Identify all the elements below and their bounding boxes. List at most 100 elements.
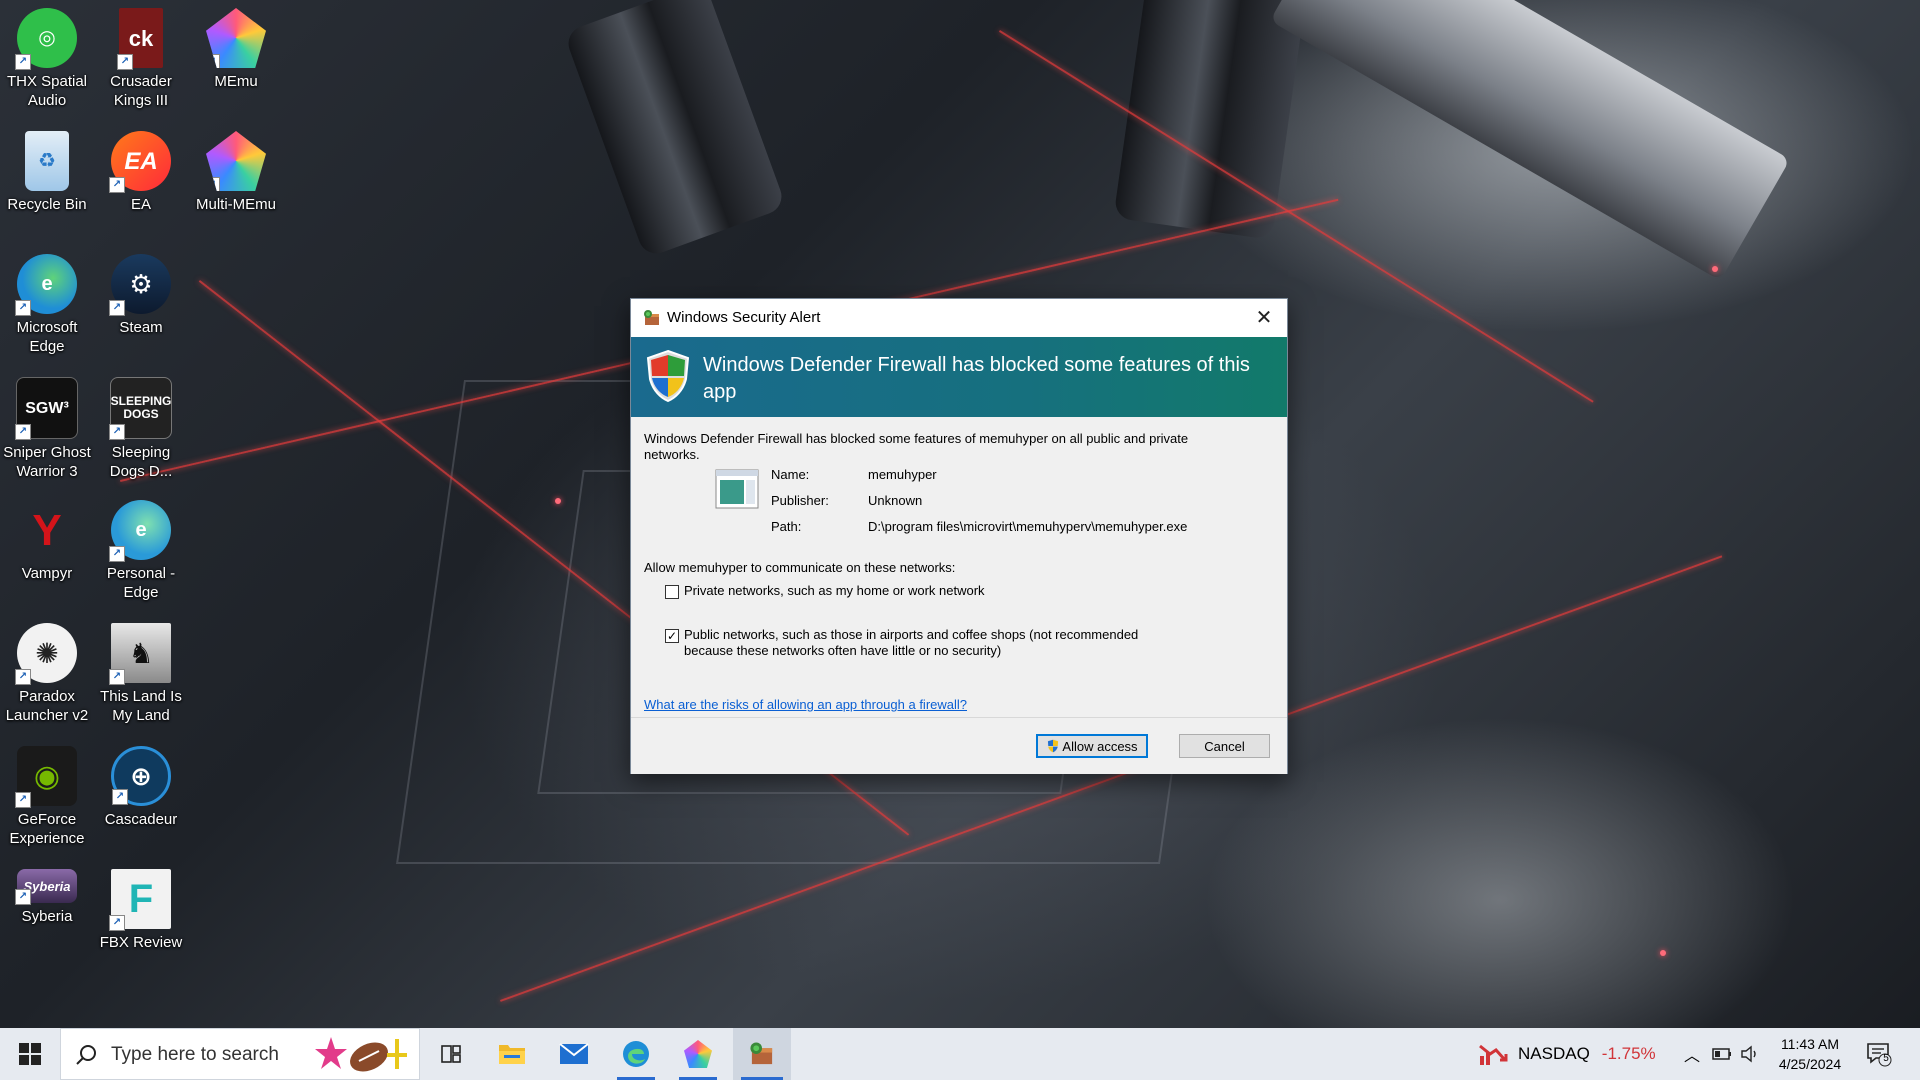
shortcut-arrow-icon: ↗ bbox=[117, 54, 133, 70]
desktop-icon-label: Vampyr bbox=[21, 565, 73, 582]
taskbar-memu[interactable] bbox=[671, 1028, 725, 1080]
cancel-button[interactable]: Cancel bbox=[1179, 734, 1270, 758]
desktop-icon-label: Crusader Kings III bbox=[110, 73, 172, 109]
search-icon bbox=[76, 1045, 96, 1065]
desktop-icon-crusader-kings-iii[interactable]: ck ↗ Crusader Kings III bbox=[95, 2, 187, 110]
search-highlight-football-icon bbox=[315, 1037, 407, 1072]
shortcut-arrow-icon: ↗ bbox=[109, 546, 125, 562]
shortcut-arrow-icon: ↗ bbox=[206, 177, 220, 191]
chevron-up-icon: ︿ bbox=[1684, 1048, 1701, 1065]
desktop-icon-multi-memu[interactable]: ↗ Multi-MEmu bbox=[190, 125, 282, 214]
public-networks-label[interactable]: Public networks, such as those in airpor… bbox=[684, 627, 1138, 659]
taskbar-task-view[interactable] bbox=[424, 1028, 478, 1080]
allow-access-button[interactable]: Allow access bbox=[1036, 734, 1148, 758]
edge-personal-icon: e ↗ bbox=[109, 500, 171, 562]
this-land-icon: ♞ ↗ bbox=[109, 623, 171, 685]
private-networks-label[interactable]: Private networks, such as my home or wor… bbox=[684, 583, 985, 599]
private-networks-checkbox[interactable] bbox=[665, 585, 679, 599]
fbx-review-icon: F ↗ bbox=[109, 869, 171, 931]
desktop-icon-memu[interactable]: ↗ MEmu bbox=[190, 2, 282, 91]
desktop-icon-sniper-ghost-warrior-3[interactable]: SGW³ ↗ Sniper Ghost Warrior 3 bbox=[1, 371, 93, 481]
taskbar-search-box[interactable]: Type here to search bbox=[60, 1028, 420, 1080]
syberia-icon: Syberia ↗ bbox=[15, 869, 77, 905]
start-button[interactable] bbox=[0, 1028, 60, 1080]
shortcut-arrow-icon: ↗ bbox=[15, 424, 31, 440]
taskbar-mail[interactable] bbox=[547, 1028, 601, 1080]
speaker-icon bbox=[1741, 1045, 1756, 1063]
desktop-icon-label: Steam bbox=[119, 319, 163, 336]
publisher-label: Publisher: bbox=[771, 493, 829, 508]
banner-heading: Windows Defender Firewall has blocked so… bbox=[703, 354, 1250, 403]
steam-icon: ⚙ ↗ bbox=[109, 254, 171, 316]
close-button[interactable]: ✕ bbox=[1241, 299, 1287, 337]
desktop-icon-label: EA bbox=[130, 196, 151, 213]
desktop-icon-recycle-bin[interactable]: ♻ Recycle Bin bbox=[1, 125, 93, 214]
desktop-icon-paradox-launcher[interactable]: ✺ ↗ Paradox Launcher v2 bbox=[1, 617, 93, 725]
desktop-icon-label: GeForce Experience bbox=[9, 811, 85, 847]
desktop-icon-fbx-review[interactable]: F ↗ FBX Review bbox=[95, 863, 187, 952]
security-alert-dialog: Windows Security Alert ✕ Windows Defende… bbox=[630, 298, 1288, 774]
desktop-icon-label: Paradox Launcher v2 bbox=[5, 688, 89, 724]
public-networks-label-line-2: because these networks often have little… bbox=[684, 643, 1002, 658]
desktop-icon-geforce-experience[interactable]: ◉ ↗ GeForce Experience bbox=[1, 740, 93, 848]
clock-time: 11:43 AM bbox=[1780, 1036, 1840, 1052]
app-name-label: Name: bbox=[771, 467, 810, 482]
taskbar-windows-security-alert[interactable] bbox=[733, 1028, 791, 1080]
public-networks-checkbox[interactable]: ✓ bbox=[665, 629, 679, 643]
shortcut-arrow-icon: ↗ bbox=[109, 669, 125, 685]
geforce-icon: ◉ ↗ bbox=[15, 746, 77, 808]
desktop-icon-cascadeur[interactable]: ⊕ ↗ Cascadeur bbox=[95, 740, 187, 829]
shortcut-arrow-icon: ↗ bbox=[109, 177, 125, 193]
checkmark-icon: ✓ bbox=[666, 629, 678, 643]
stock-change: -1.75% bbox=[1601, 1044, 1656, 1063]
sleeping-dogs-icon: SLEEPING DOGS ↗ bbox=[109, 377, 172, 440]
desktop-icon-label: Syberia bbox=[21, 908, 73, 925]
volume-control[interactable] bbox=[1740, 1028, 1760, 1080]
desktop-icon-this-land-is-my-land[interactable]: ♞ ↗ This Land Is My Land bbox=[95, 617, 187, 725]
firewall-risks-link[interactable]: What are the risks of allowing an app th… bbox=[644, 697, 967, 712]
ea-icon: EA ↗ bbox=[109, 131, 171, 193]
cancel-label: Cancel bbox=[1204, 739, 1245, 754]
path-label: Path: bbox=[771, 519, 802, 534]
desktop-icon-label: Sniper Ghost Warrior 3 bbox=[3, 444, 91, 480]
dialog-body: Windows Defender Firewall has blocked so… bbox=[631, 417, 1287, 717]
notification-center-button[interactable]: 5 bbox=[1866, 1028, 1892, 1080]
shield-icon bbox=[646, 349, 690, 403]
system-clock[interactable]: 11:43 AM 4/25/2024 bbox=[1768, 1034, 1852, 1074]
memu-icon: ↗ bbox=[206, 8, 266, 68]
shortcut-arrow-icon: ↗ bbox=[112, 789, 128, 805]
desktop-icon-syberia[interactable]: Syberia ↗ Syberia bbox=[1, 863, 93, 926]
desktop-icon-sleeping-dogs[interactable]: SLEEPING DOGS ↗ Sleeping Dogs D... bbox=[95, 371, 187, 481]
desktop-icon-thx-spatial-audio[interactable]: ◎ ↗ THX Spatial Audio bbox=[1, 2, 93, 110]
shortcut-arrow-icon: ↗ bbox=[15, 792, 31, 808]
wallpaper-light bbox=[555, 498, 561, 504]
task-view-icon bbox=[441, 1045, 461, 1063]
dialog-banner: Windows Defender Firewall has blocked so… bbox=[631, 337, 1287, 417]
firewall-icon bbox=[750, 1042, 773, 1065]
desktop-icon-label: Personal - Edge bbox=[106, 565, 176, 601]
cascadeur-icon: ⊕ ↗ bbox=[111, 746, 171, 806]
battery-status[interactable] bbox=[1712, 1028, 1732, 1080]
taskbar-edge[interactable] bbox=[609, 1028, 663, 1080]
taskbar-file-explorer[interactable] bbox=[485, 1028, 539, 1080]
mail-icon bbox=[559, 1043, 589, 1064]
path-row: Path: D:\program files\microvirt\memuhype… bbox=[771, 519, 1187, 534]
dialog-titlebar[interactable]: Windows Security Alert ✕ bbox=[631, 299, 1287, 337]
desktop-icon-label: FBX Review bbox=[99, 934, 183, 951]
desktop-icon-ea[interactable]: EA ↗ EA bbox=[95, 125, 187, 214]
stock-name: NASDAQ bbox=[1518, 1044, 1590, 1063]
shortcut-arrow-icon: ↗ bbox=[15, 300, 31, 316]
desktop-icon-microsoft-edge[interactable]: e ↗ Microsoft Edge bbox=[1, 248, 93, 356]
desktop-icon-personal-edge[interactable]: e ↗ Personal - Edge bbox=[95, 494, 187, 602]
battery-icon bbox=[1712, 1048, 1731, 1060]
stock-down-chart-icon bbox=[1479, 1044, 1508, 1065]
desktop-icon-vampyr[interactable]: Y Vampyr bbox=[1, 494, 93, 583]
application-window-icon bbox=[715, 469, 759, 509]
desktop-icon-steam[interactable]: ⚙ ↗ Steam bbox=[95, 248, 187, 337]
show-hidden-icons-button[interactable]: ︿ bbox=[1684, 1028, 1700, 1080]
search-placeholder: Type here to search bbox=[111, 1044, 279, 1065]
vampyr-icon: Y bbox=[32, 505, 62, 555]
stock-widget[interactable]: NASDAQ -1.75% bbox=[1478, 1028, 1656, 1080]
allow-access-label: Allow access bbox=[1062, 739, 1138, 754]
shortcut-arrow-icon: ↗ bbox=[109, 915, 125, 931]
